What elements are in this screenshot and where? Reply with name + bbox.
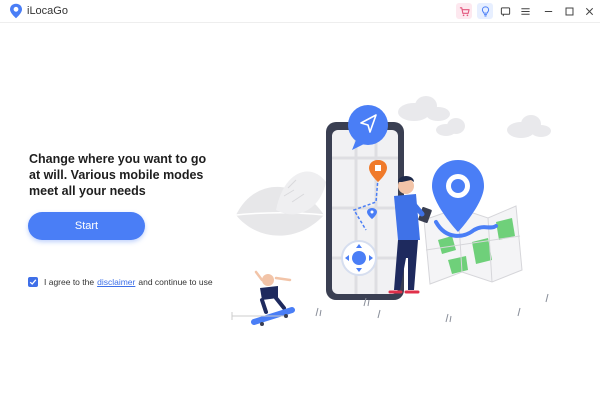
lightbulb-icon — [481, 5, 489, 16]
page-headline: Change where you want to go at will. Var… — [29, 152, 207, 198]
maximize-icon — [565, 7, 573, 15]
feedback-button[interactable] — [497, 3, 513, 19]
menu-button[interactable] — [517, 3, 533, 19]
agree-prefix-text: I agree to the — [44, 277, 95, 287]
maximize-button[interactable] — [561, 3, 577, 19]
close-icon — [585, 7, 593, 15]
map-illustration — [423, 205, 523, 285]
agree-suffix-text: and continue to use — [138, 277, 213, 287]
minimize-button[interactable] — [540, 3, 556, 19]
app-logo-icon — [10, 3, 22, 19]
joystick-icon — [341, 240, 377, 276]
agreement-row: I agree to the disclaimer and continue t… — [28, 277, 213, 287]
menu-icon — [520, 7, 530, 15]
start-button[interactable]: Start — [28, 212, 145, 240]
title-bar: iLocaGo — [0, 0, 600, 23]
cart-icon — [459, 6, 470, 16]
app-title: iLocaGo — [27, 5, 68, 17]
close-button[interactable] — [581, 3, 597, 19]
cloud-icon — [398, 96, 551, 138]
phone-illustration — [326, 105, 404, 300]
checkmark-icon — [29, 279, 37, 285]
agree-checkbox[interactable] — [28, 277, 38, 287]
cart-button[interactable] — [456, 3, 472, 19]
disclaimer-link[interactable]: disclaimer — [97, 277, 135, 287]
leaf-decoration — [235, 171, 326, 236]
feedback-icon — [500, 6, 510, 16]
location-illustration — [231, 96, 551, 326]
tips-button[interactable] — [477, 3, 493, 19]
minimize-icon — [544, 10, 552, 12]
skateboarder-illustration — [231, 270, 295, 326]
